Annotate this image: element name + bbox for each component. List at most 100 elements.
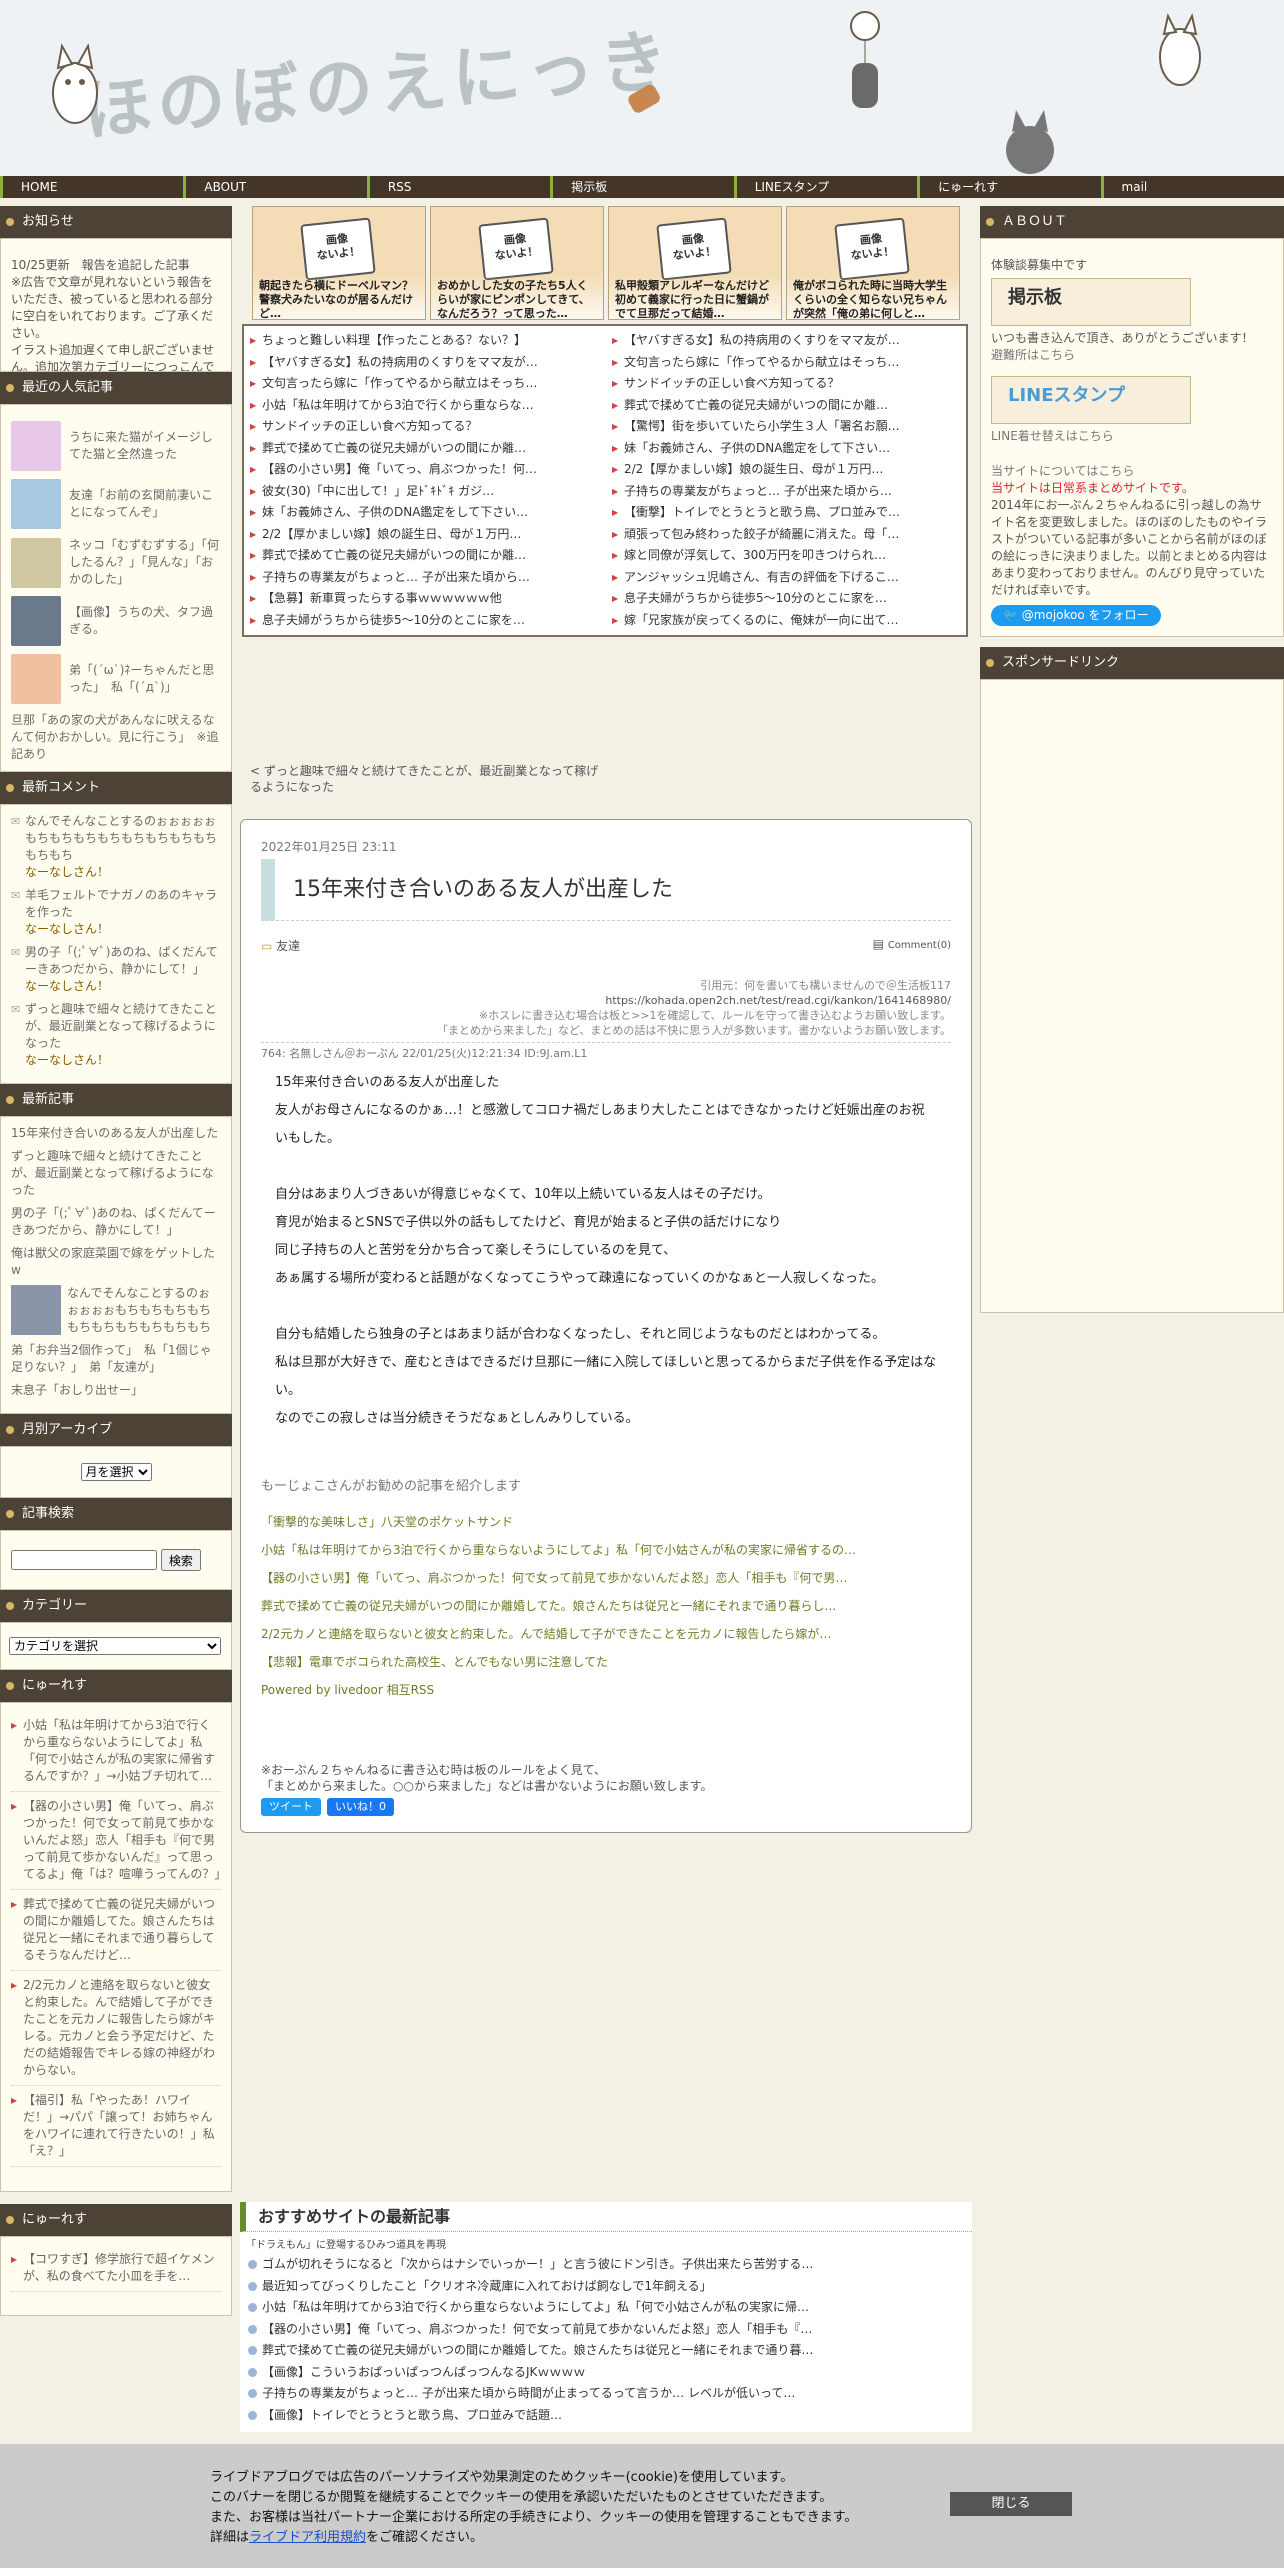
recommend-link[interactable]: 【悲報】電車でボコられた高校生、とんでもない男に注意してた	[261, 1648, 951, 1676]
comment-article-link[interactable]: なんでそんなことするのぉぉぉぉぉもちもちもちもちもちもちもちもちもちもち	[11, 813, 221, 864]
popular-item-text[interactable]: うちに来た猫がイメージしてた猫と全然違った	[69, 429, 221, 463]
recsite-sub[interactable]: 「ドラえもん」に登場するひみつ道具を再現	[246, 2238, 966, 2254]
rss-link[interactable]: 子持ちの専業友がちょっと… 子が出来た頃から…	[612, 481, 960, 503]
nav-about[interactable]: ABOUT	[183, 176, 366, 198]
rss-link[interactable]: 妹「お義姉さん、子供のDNA鑑定をして下さい…	[250, 502, 598, 524]
recommend-link[interactable]: 2/2元カノと連絡を取らないと彼女と約束した。んで結婚して子ができたことを元カノ…	[261, 1620, 951, 1648]
recent-article-link[interactable]: 15年来付き合いのある友人が出産した	[11, 1125, 221, 1142]
popular-thumb[interactable]	[11, 537, 61, 588]
rss-link[interactable]: アンジャッシュ児嶋さん、有吉の評価を下げるこ…	[612, 567, 960, 589]
thumb-card[interactable]: 画像 ないよ！ 私甲殻類アレルギーなんだけど初めて義家に行った日に蟹鍋がでて旦那だ…	[608, 206, 782, 320]
bbs-banner-label[interactable]: 掲示板	[1008, 289, 1062, 307]
recommend-link[interactable]: 「衝撃的な美味しさ」八天堂のポケットサンド	[261, 1508, 951, 1536]
nav-rss[interactable]: RSS	[366, 176, 550, 198]
tweet-button[interactable]: ツイート	[261, 1798, 321, 1816]
rss-link[interactable]: 葬式で揉めて亡義の従兄夫婦がいつの間にか離…	[250, 545, 598, 567]
comment-article-link[interactable]: ずっと趣味で細々と続けてきたことが、最近副業となって稼げるようになった	[11, 1001, 221, 1052]
rss-link[interactable]: ちょっと難しい料理【作ったことある？ない？】	[250, 330, 598, 352]
popular-item[interactable]: 友達「お前の玄関前凄いことになってんぞ」	[11, 479, 221, 529]
recent-article-link[interactable]: ずっと趣味で細々と続けてきたことが、最近副業となって稼げるようになった	[11, 1148, 221, 1199]
like-button[interactable]: いいね！0	[327, 1798, 394, 1816]
comment-count[interactable]: Comment(0)	[888, 940, 951, 951]
recsite-link[interactable]: ゴムが切れそうになると「次からはナシでいっかー！」と言う彼にドン引き。子供出来た…	[246, 2254, 966, 2276]
rss-link[interactable]: 葬式で揉めて亡義の従兄夫婦がいつの間にか離…	[612, 395, 960, 417]
line-banner-label[interactable]: LINEスタンプ	[1008, 387, 1125, 405]
terms-link[interactable]: ライブドア利用規約	[249, 2530, 366, 2545]
shelter-link[interactable]: 避難所はこちら	[991, 347, 1273, 364]
recsite-link[interactable]: 最近知ってびっくりしたこと「クリオネ冷蔵庫に入れておけば飼なしで1年飼える」	[246, 2276, 966, 2298]
popular-thumb[interactable]	[11, 596, 61, 646]
comment-count-link[interactable]: ▤ Comment(0)	[873, 937, 951, 954]
newres-item[interactable]: 小姑「私は年明けてから3泊で行くから重ならないようにしてよ」私「何で小姑さんが私…	[11, 1711, 221, 1792]
rss-link[interactable]: 【驚愕】街を歩いていたら小学生３人「署名お願…	[612, 416, 960, 438]
newres-item[interactable]: 【福引】私「やったあ！ハワイだ！」→パパ「譲って！お姉ちゃんをハワイに連れて行き…	[11, 2086, 221, 2167]
rss-link[interactable]: 息子夫婦がうちから徒歩5～10分のとこに家を…	[612, 588, 960, 610]
rss-link[interactable]: 小姑「私は年明けてから3泊で行くから重ならな…	[250, 395, 598, 417]
search-button[interactable]: 検索	[160, 1549, 201, 1571]
thumb-caption[interactable]: 俺がボコられた時に当時大学生くらいの全く知らない兄ちゃんが突然「俺の弟に何しと…	[787, 275, 959, 319]
recsite-link[interactable]: 葬式で揉めて亡義の従兄夫婦がいつの間にか離婚してた。娘さんたちは従兄と一緒にそれ…	[246, 2340, 966, 2362]
recent-article-link[interactable]: なんでそんなことするのぉぉぉぉぉもちもちもちもちもちもちもちもちもちもち	[11, 1285, 221, 1336]
newres-item[interactable]: 【器の小さい男】俺「いてっ、肩ぶつかった！何で女って前見て歩かないんだよ怒」恋人…	[11, 1792, 226, 1890]
popular-item-text[interactable]: 【画像】うちの犬、タフ過ぎる。	[69, 604, 221, 638]
twitter-follow-label[interactable]: @mojokoo をフォロー	[1022, 608, 1149, 622]
rss-link[interactable]: 文句言ったら嫁に「作ってやるから献立はそっち…	[250, 373, 598, 395]
popular-item-text[interactable]: ネッコ「むずむずする」「何したるん？」「見んな」「おかのした」	[69, 537, 221, 588]
comment-article-link[interactable]: 羊毛フェルトでナガノのあのキャラを作った	[11, 887, 221, 921]
twitter-follow-button[interactable]: 🐦 @mojokoo をフォロー	[991, 605, 1161, 626]
rss-link[interactable]: サンドイッチの正しい食べ方知ってる？	[612, 373, 960, 395]
rss-link[interactable]: 【ヤバすぎる女】私の持病用のくすりをママ友が…	[612, 330, 960, 352]
nav-home[interactable]: HOME	[0, 176, 183, 198]
nav-mail[interactable]: mail	[1100, 176, 1284, 198]
popular-item-text[interactable]: 友達「お前の玄関前凄いことになってんぞ」	[69, 487, 221, 521]
nav-line-stamp[interactable]: LINEスタンプ	[733, 176, 917, 198]
rss-link[interactable]: サンドイッチの正しい食べ方知ってる？	[250, 416, 598, 438]
popular-item[interactable]: 弟「(´ω`)ﾈーちゃんだと思った」 私「(´д`)」	[11, 654, 221, 704]
search-input[interactable]	[11, 1550, 157, 1570]
thumb-card[interactable]: 画像 ないよ！ 俺がボコられた時に当時大学生くらいの全く知らない兄ちゃんが突然「俺…	[786, 206, 960, 320]
rss-link[interactable]: 嫁「兄家族が戻ってくるのに、俺妹が一向に出て…	[612, 610, 960, 632]
archive-select[interactable]: 月を選択	[80, 1463, 152, 1481]
newres-item[interactable]: 葬式で揉めて亡義の従兄夫婦がいつの間にか離婚してた。娘さんたちは従兄と一緒にそれ…	[11, 1890, 221, 1971]
recsite-link[interactable]: 【器の小さい男】俺「いてっ、肩ぶつかった！何で女って前見て歩かないんだよ怒」恋人…	[246, 2319, 966, 2341]
rss-link[interactable]: 2/2【厚かましい嫁】娘の誕生日、母が１万円…	[612, 459, 960, 481]
thumb-caption[interactable]: 私甲殻類アレルギーなんだけど初めて義家に行った日に蟹鍋がでて旦那だって結婚…	[609, 275, 781, 319]
line-stamp-banner[interactable]: LINEスタンプ	[991, 376, 1191, 424]
source-url[interactable]: https://kohada.open2ch.net/test/read.cgi…	[261, 993, 951, 1008]
recommend-link[interactable]: 【器の小さい男】俺「いてっ、肩ぶつかった！何で女って前見て歩かないんだよ怒」恋人…	[261, 1564, 951, 1592]
category-select[interactable]: カテゴリを選択	[9, 1637, 221, 1655]
rss-link[interactable]: 葬式で揉めて亡義の従兄夫婦がいつの間にか離…	[250, 438, 598, 460]
article-category[interactable]: ▭ 友達	[261, 937, 300, 954]
rss-link[interactable]: 【衝撃】トイレでとうとうと歌う鳥、プロ並みで…	[612, 502, 960, 524]
newres-item[interactable]: 【コワすぎ】修学旅行で超イケメンが、私の食べてた小皿を手を…	[11, 2245, 221, 2292]
thumb-card[interactable]: 画像 ないよ！ おめかしした女の子たち5人くらいが家にピンポンしてきて、なんだろう…	[430, 206, 604, 320]
recsite-link[interactable]: 【画像】こういうおぱっいぱっつんぱっつんなるJKｗｗｗｗ	[246, 2362, 966, 2384]
line-theme-link[interactable]: LINE着せ替えはこちら	[991, 428, 1273, 445]
recommend-link[interactable]: 葬式で揉めて亡義の従兄夫婦がいつの間にか離婚してた。娘さんたちは従兄と一緒にそれ…	[261, 1592, 951, 1620]
recent-thumb[interactable]	[11, 1285, 61, 1335]
recsite-link[interactable]: 【画像】トイレでとうとうと歌う鳥、プロ並みで話題…	[246, 2405, 966, 2427]
recent-article-link[interactable]: 末息子「おしり出せー」	[11, 1382, 221, 1399]
rss-link[interactable]: 子持ちの専業友がちょっと… 子が出来た頃から…	[250, 567, 598, 589]
popular-thumb[interactable]	[11, 654, 61, 704]
popular-note[interactable]: 旦那「あの家の犬があんなに吠えるなんて何かおかしい。見に行こう」 ※追記あり	[11, 712, 221, 763]
nav-bbs[interactable]: 掲示板	[550, 176, 733, 198]
popular-item[interactable]: うちに来た猫がイメージしてた猫と全然違った	[11, 421, 221, 471]
rss-link[interactable]: 【急募】新車買ったらする事ｗｗｗｗｗｗ他	[250, 588, 598, 610]
recent-article-link[interactable]: 弟「お弁当2個作って」 私「1個じゃ足りない？」 弟「友達が」	[11, 1342, 221, 1376]
article-title[interactable]: 15年来付き合いのある友人が出産した	[261, 859, 951, 921]
popular-thumb[interactable]	[11, 421, 61, 471]
category-link[interactable]: 友達	[276, 939, 300, 953]
popular-item[interactable]: ネッコ「むずむずする」「何したるん？」「見んな」「おかのした」	[11, 537, 221, 588]
rss-link[interactable]: 嫁と同僚が浮気して、300万円を叩きつけられ…	[612, 545, 960, 567]
comment-article-link[interactable]: 男の子「(;ﾟ∀ﾟ)あのね、ぱくだんてーきあつだから、静かにして！」	[11, 944, 221, 978]
rss-link[interactable]: 【ヤバすぎる女】私の持病用のくすりをママ友が…	[250, 352, 598, 374]
powered-by-link[interactable]: Powered by livedoor 相互RSS	[261, 1676, 951, 1704]
rss-link[interactable]: 頑張って包み終わった餃子が綺麗に消えた。母「…	[612, 524, 960, 546]
rss-link[interactable]: 妹「お義姉さん、子供のDNA鑑定をして下さい…	[612, 438, 960, 460]
recsite-link[interactable]: 小姑「私は年明けてから3泊で行くから重ならないようにしてよ」私「何で小姑さんが私…	[246, 2297, 966, 2319]
prev-article-link[interactable]: < ずっと趣味で細々と続けてきたことが、最近副業となって稼げるようになった	[240, 763, 600, 795]
rss-link[interactable]: 息子夫婦がうちから徒歩5～10分のとこに家を…	[250, 610, 598, 632]
rss-link[interactable]: 文句言ったら嫁に「作ってやるから献立はそっち…	[612, 352, 960, 374]
popular-item-text[interactable]: 弟「(´ω`)ﾈーちゃんだと思った」 私「(´д`)」	[69, 662, 221, 696]
